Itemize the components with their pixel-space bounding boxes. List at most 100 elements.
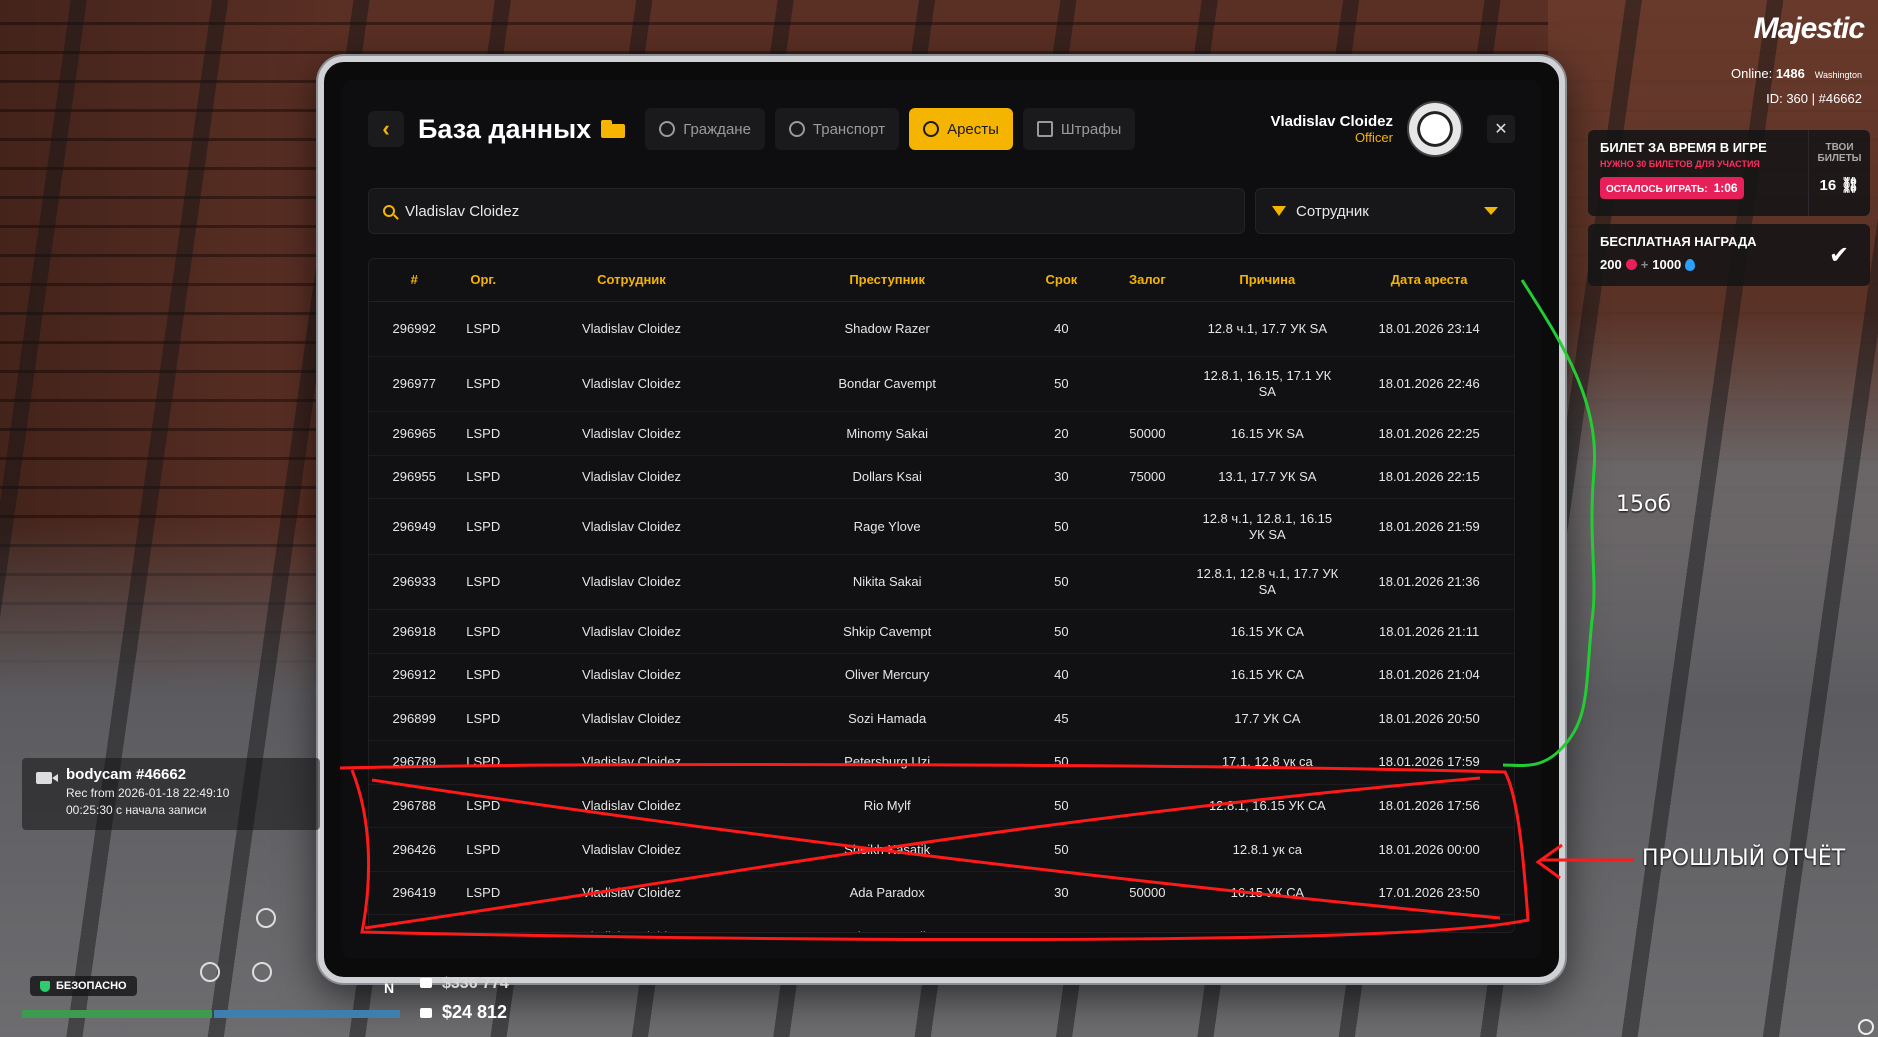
table-cell: LSPD: [459, 784, 508, 829]
table-cell: 18.01.2026 00:00: [1344, 827, 1514, 872]
table-cell: 17.7 УК СА: [1190, 696, 1345, 742]
table-cell: 18.01.2026 17:56: [1344, 784, 1514, 829]
table-cell: LSPD: [459, 827, 508, 872]
table-cell: 12.8.1, 16.15, 17.1 УК SA: [1190, 356, 1345, 413]
table-cell: 18.01.2026 21:11: [1344, 609, 1514, 654]
column-header[interactable]: Срок: [1018, 259, 1105, 302]
table-cell: [1104, 498, 1191, 555]
table-cell: Dollars Ksai: [755, 455, 1019, 500]
table-cell: Rio Mylf: [755, 784, 1019, 829]
table-row[interactable]: 296419 LSPD Vladislav Cloidez Ada Paradox 30…: [369, 871, 1514, 916]
table-cell: Vladislav Cloidez: [507, 740, 756, 785]
table-cell: 18.01.2026 21:59: [1344, 498, 1514, 555]
table-cell: [1104, 554, 1191, 611]
tab-bar: Граждане Транспорт Аресты Штрафы: [645, 108, 1136, 150]
table-cell: 17.1, 12.8 ук са: [1190, 740, 1345, 785]
player-marker-icon: [256, 908, 276, 928]
column-header[interactable]: Залог: [1104, 259, 1191, 302]
table-cell: 50: [1018, 740, 1105, 785]
table-row[interactable]: 296965 LSPD Vladislav Cloidez Minomy Sakai 2…: [369, 411, 1514, 456]
safe-zone-badge: БЕЗОПАСНО: [30, 976, 137, 996]
table-cell: 296977: [369, 356, 460, 413]
table-cell: LSPD: [459, 498, 508, 555]
shield-icon: [40, 981, 50, 992]
table-row[interactable]: 296416LSPDVladislav CloidezAndrey Sunstr…: [369, 914, 1514, 932]
table-cell: 40: [1018, 301, 1105, 357]
page-title: База данных: [418, 113, 592, 144]
tablet-screen: ‹ База данных Граждане Транспорт Аресты …: [342, 80, 1541, 959]
table-row[interactable]: 296933 LSPD Vladislav Cloidez Nikita Sakai 5…: [369, 554, 1514, 611]
table-cell: Oliver Mercury: [755, 653, 1019, 698]
chevron-down-icon: [1484, 207, 1498, 215]
tab-vehicles[interactable]: Транспорт: [774, 108, 900, 150]
free-reward-card[interactable]: БЕСПЛАТНАЯ НАГРАДА 200 + 1000 ✔: [1588, 224, 1870, 286]
table-row[interactable]: 296426 LSPD Vladislav Cloidez Sheikh Kasati…: [369, 827, 1514, 872]
filter-dropdown[interactable]: Сотрудник: [1255, 188, 1515, 234]
close-button[interactable]: ✕: [1487, 115, 1515, 143]
ticket-icon: ⛓: [1840, 177, 1860, 194]
table-cell: 16.15 УК СА: [1190, 609, 1345, 654]
tab-arrests[interactable]: Аресты: [909, 108, 1013, 150]
tablet-topbar: ‹ База данных Граждане Транспорт Аресты …: [368, 101, 1515, 157]
table-cell: LSPD: [459, 696, 508, 742]
arrests-table-container[interactable]: # Орг. Сотрудник Преступник Срок Залог П…: [368, 258, 1515, 933]
table-cell: 50: [1018, 609, 1105, 654]
search-row: Сотрудник: [368, 188, 1515, 234]
table-row[interactable]: 296899 LSPD Vladislav Cloidez Sozi Hamada 45…: [369, 696, 1514, 742]
battery-icon: [252, 962, 272, 982]
table-cell: 296899: [369, 696, 460, 742]
compass: N: [384, 980, 395, 996]
tab-citizens[interactable]: Граждане: [645, 108, 765, 150]
table-cell: 296912: [369, 653, 460, 698]
table-row[interactable]: 296912 LSPD Vladislav Cloidez Oliver Mercur…: [369, 653, 1514, 698]
column-header[interactable]: Сотрудник: [507, 259, 756, 302]
table-cell: 50000: [1104, 411, 1191, 456]
video-camera-icon: [36, 772, 58, 784]
police-seal-icon: [1407, 101, 1463, 157]
table-row[interactable]: 296955 LSPD Vladislav Cloidez Dollars Ksai 3…: [369, 455, 1514, 500]
officer-name: Vladislav Cloidez: [1270, 113, 1393, 130]
table-cell: 296933: [369, 554, 460, 611]
table-cell: 296949: [369, 498, 460, 555]
table-cell: 296955: [369, 455, 460, 500]
table-row[interactable]: 296977 LSPD Vladislav Cloidez Bondar Cavemp…: [369, 356, 1514, 413]
ticket-card[interactable]: БИЛЕТ ЗА ВРЕМЯ В ИГРЕ НУЖНО 30 БИЛЕТОВ Д…: [1588, 130, 1870, 216]
table-row[interactable]: 296918 LSPD Vladislav Cloidez Shkip Cavempt…: [369, 609, 1514, 654]
table-cell: 18.01.2026 22:15: [1344, 455, 1514, 500]
siren-icon: [200, 962, 220, 982]
table-cell: Ada Paradox: [755, 871, 1019, 916]
table-cell: LSPD: [459, 740, 508, 785]
table-cell: 50: [1018, 914, 1105, 932]
column-header[interactable]: #: [369, 259, 460, 302]
table-cell: Andrey Sunstrike: [755, 914, 1019, 932]
column-header[interactable]: Дата ареста: [1344, 259, 1514, 302]
table-cell: Vladislav Cloidez: [507, 554, 756, 611]
table-cell: LSPD: [459, 301, 508, 357]
table-cell: Vladislav Cloidez: [507, 784, 756, 829]
search-input[interactable]: [405, 202, 1180, 220]
bank-amount: $24 812: [420, 1002, 507, 1023]
table-cell: 50: [1018, 554, 1105, 611]
column-header[interactable]: Причина: [1190, 259, 1345, 302]
column-header[interactable]: Орг.: [459, 259, 508, 302]
settings-icon[interactable]: [1858, 1019, 1874, 1035]
red-note: ПРОШЛЫЙ ОТЧЁТ: [1642, 846, 1846, 871]
table-cell: 296918: [369, 609, 460, 654]
table-cell: Vladislav Cloidez: [507, 609, 756, 654]
table-body: 296992 LSPD Vladislav Cloidez Shadow Razer 4…: [369, 301, 1514, 932]
table-cell: 12.8.1 УК СА: [1190, 914, 1345, 932]
filter-label: Сотрудник: [1296, 202, 1369, 220]
tab-fines[interactable]: Штрафы: [1022, 108, 1136, 150]
table-row[interactable]: 296992 LSPD Vladislav Cloidez Shadow Razer 4…: [369, 301, 1514, 357]
server-info: Online: 1486 Washington ID: 360 | #46662: [1731, 62, 1862, 111]
table-cell: LSPD: [459, 356, 508, 413]
table-row[interactable]: 296789 LSPD Vladislav Cloidez Petersburg Uz…: [369, 740, 1514, 785]
search-icon: [383, 205, 395, 217]
column-header[interactable]: Преступник: [755, 259, 1019, 302]
table-row[interactable]: 296949 LSPD Vladislav Cloidez Rage Ylove 50 1…: [369, 498, 1514, 555]
table-cell: 296416: [369, 914, 460, 932]
back-button[interactable]: ‹: [368, 111, 404, 147]
table-cell: 296419: [369, 871, 460, 916]
table-cell: 12.8 ч.1, 17.7 УК SA: [1190, 301, 1345, 357]
table-row[interactable]: 296788 LSPD Vladislav Cloidez Rio Mylf 50 12.…: [369, 784, 1514, 829]
